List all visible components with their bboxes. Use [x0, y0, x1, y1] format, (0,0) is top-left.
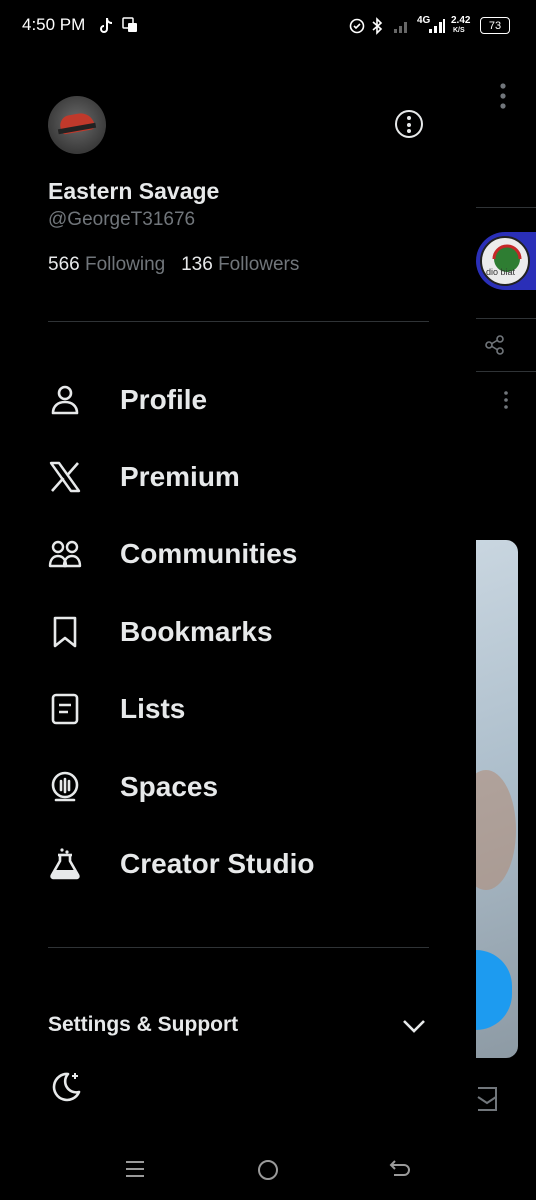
dark-mode-icon[interactable] [48, 1070, 82, 1104]
follow-stats: 566 Following 136 Followers [48, 254, 299, 276]
translate-icon [122, 17, 137, 32]
net-speed: 2.42 [451, 15, 471, 26]
signal-weak-icon [394, 22, 407, 33]
feed-avatar[interactable]: dio biat [476, 232, 536, 290]
divider [48, 321, 429, 322]
user-handle: @GeorgeT31676 [48, 209, 196, 230]
menu-item-communities[interactable]: Communities [48, 528, 448, 584]
following-label: Following [84, 254, 166, 275]
radio-logo-icon [492, 244, 522, 272]
feed-divider [476, 207, 536, 208]
status-time: 4:50 PM [22, 15, 86, 34]
feed-divider [476, 371, 536, 372]
followers-label: Followers [218, 254, 300, 275]
net-speed-unit: K/S [453, 27, 465, 34]
communities-icon [48, 540, 82, 568]
display-name[interactable]: Eastern Savage [48, 178, 219, 205]
menu-item-label: Spaces [120, 771, 219, 802]
settings-support-toggle[interactable]: Settings & Support [48, 1013, 308, 1037]
menu-item-lists[interactable]: Lists [48, 683, 448, 739]
menu-item-creator-studio[interactable]: Creator Studio [48, 838, 448, 894]
feed-divider [476, 318, 536, 319]
menu-item-label: Profile [120, 384, 208, 415]
menu-item-bookmarks[interactable]: Bookmarks [48, 606, 448, 662]
feed-more-icon[interactable] [502, 390, 510, 410]
avatar[interactable] [48, 96, 106, 154]
menu-item-label: Lists [120, 693, 186, 724]
menu-item-label: Bookmarks [120, 616, 273, 647]
person-icon [51, 385, 79, 415]
menu-item-spaces[interactable]: Spaces [48, 761, 448, 817]
dnd-icon [349, 18, 365, 34]
divider [48, 947, 429, 948]
tiktok-icon [100, 17, 113, 33]
list-icon [51, 693, 79, 725]
feed-avatar-text: dio biat [486, 267, 516, 277]
feed-more-icon[interactable] [498, 82, 508, 112]
status-bar: 4:50 PM 4G 2.42 K/S 73 [0, 0, 536, 52]
bluetooth-icon [372, 17, 383, 35]
system-navigation-bar [0, 1132, 536, 1200]
menu-item-label: Communities [120, 538, 298, 569]
messages-icon[interactable] [476, 1085, 500, 1113]
signal-icon [429, 19, 445, 33]
followers-link[interactable]: 136 Followers [181, 254, 299, 275]
home-icon[interactable] [256, 1158, 280, 1182]
following-count: 566 [48, 254, 80, 275]
bookmark-icon [53, 616, 77, 648]
account-options-button[interactable] [395, 110, 423, 138]
flask-icon [50, 848, 80, 880]
menu-item-label: Creator Studio [120, 848, 315, 879]
following-link[interactable]: 566 Following [48, 254, 165, 275]
x-logo-icon [49, 461, 81, 493]
menu-item-label: Premium [120, 461, 240, 492]
menu-item-premium[interactable]: Premium [48, 451, 448, 507]
followers-count: 136 [181, 254, 213, 275]
spaces-icon [51, 771, 79, 802]
back-icon[interactable] [388, 1158, 412, 1180]
recent-apps-icon[interactable] [124, 1160, 146, 1178]
chevron-down-icon[interactable] [402, 1018, 426, 1034]
share-icon[interactable] [484, 334, 506, 356]
menu-item-profile[interactable]: Profile [48, 374, 448, 430]
battery-indicator: 73 [480, 17, 510, 34]
